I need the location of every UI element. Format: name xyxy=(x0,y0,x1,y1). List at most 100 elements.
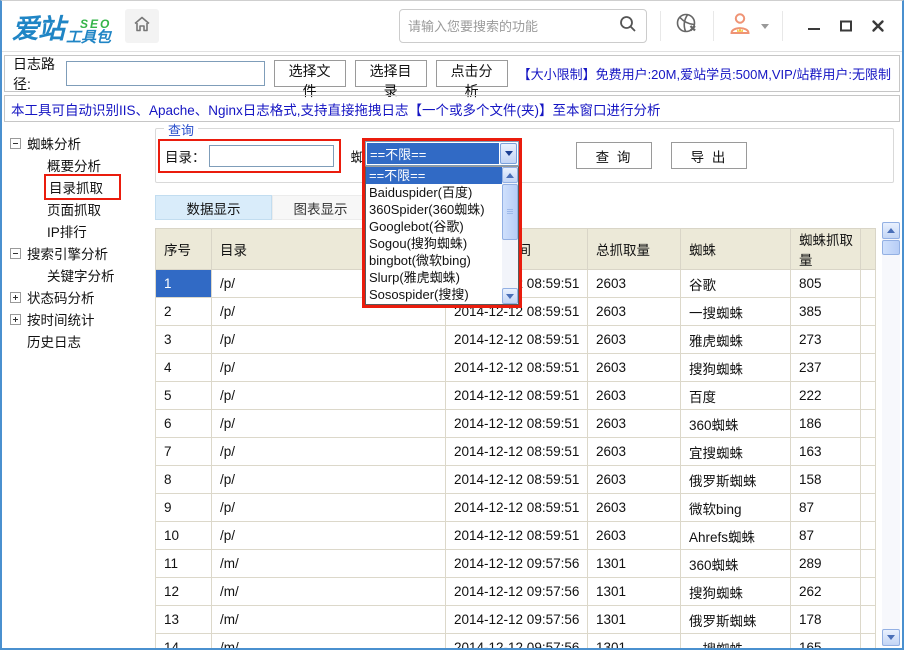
close-button[interactable] xyxy=(864,12,892,40)
column-header[interactable]: 蜘蛛 xyxy=(681,229,791,270)
sidebar-item[interactable]: 按时间统计 xyxy=(2,308,152,330)
cell-spider[interactable]: 360蜘蛛 xyxy=(681,550,791,578)
cell-total[interactable]: 1301 xyxy=(588,550,681,578)
cell-count[interactable]: 87 xyxy=(791,522,861,550)
cell-time[interactable]: 2014-12-12 09:57:56 xyxy=(446,606,588,634)
scrollbar-thumb[interactable] xyxy=(502,184,518,240)
sidebar-item[interactable]: 历史日志 xyxy=(2,330,152,352)
cell-total[interactable]: 2603 xyxy=(588,326,681,354)
cell-directory[interactable]: /m/ xyxy=(212,634,446,649)
cell-spider[interactable]: 俄罗斯蜘蛛 xyxy=(681,606,791,634)
cell-total[interactable]: 2603 xyxy=(588,410,681,438)
cell-time[interactable]: 2014-12-12 09:57:56 xyxy=(446,578,588,606)
cell-spider[interactable]: 百度 xyxy=(681,382,791,410)
cell-index[interactable]: 9 xyxy=(156,494,212,522)
cell-total[interactable]: 1301 xyxy=(588,606,681,634)
cell-index[interactable]: 6 xyxy=(156,410,212,438)
cell-total[interactable]: 2603 xyxy=(588,494,681,522)
sidebar-item[interactable]: 状态码分析 xyxy=(2,286,152,308)
cell-total[interactable]: 2603 xyxy=(588,270,681,298)
tree-expander-icon[interactable] xyxy=(10,314,21,325)
cell-spider[interactable]: 雅虎蜘蛛 xyxy=(681,326,791,354)
column-header[interactable]: 序号 xyxy=(156,229,212,270)
cell-spider[interactable]: Ahrefs蜘蛛 xyxy=(681,522,791,550)
column-header[interactable]: 蜘蛛抓取量 xyxy=(791,229,861,270)
table-row[interactable]: 12 /m/ 2014-12-12 09:57:56 1301 搜狗蜘蛛 262 xyxy=(156,578,876,606)
cell-spider[interactable]: 360蜘蛛 xyxy=(681,410,791,438)
cell-directory[interactable]: /m/ xyxy=(212,550,446,578)
spider-option[interactable]: bingbot(微软bing) xyxy=(366,252,502,269)
spider-option[interactable]: Sosospider(搜搜) xyxy=(366,286,502,303)
minimize-button[interactable] xyxy=(800,12,828,40)
cell-directory[interactable]: /p/ xyxy=(212,354,446,382)
spider-combobox[interactable]: ==不限== xyxy=(365,141,519,166)
sidebar-item[interactable]: 目录抓取 xyxy=(2,176,152,198)
spider-option[interactable]: 360Spider(360蜘蛛) xyxy=(366,201,502,218)
sidebar-item[interactable]: 关键字分析 xyxy=(2,264,152,286)
cell-directory[interactable]: /p/ xyxy=(212,522,446,550)
cell-time[interactable]: 2014-12-12 09:57:56 xyxy=(446,634,588,649)
scroll-down-icon[interactable] xyxy=(882,629,900,646)
table-scrollbar[interactable] xyxy=(882,222,900,646)
cell-directory[interactable]: /p/ xyxy=(212,326,446,354)
cell-index[interactable]: 2 xyxy=(156,298,212,326)
cell-count[interactable]: 262 xyxy=(791,578,861,606)
cell-total[interactable]: 2603 xyxy=(588,382,681,410)
cell-total[interactable]: 1301 xyxy=(588,578,681,606)
scroll-up-icon[interactable] xyxy=(502,167,518,183)
cell-time[interactable]: 2014-12-12 08:59:51 xyxy=(446,466,588,494)
dropdown-scrollbar[interactable] xyxy=(502,167,518,304)
cell-count[interactable]: 163 xyxy=(791,438,861,466)
cell-index[interactable]: 14 xyxy=(156,634,212,649)
cell-time[interactable]: 2014-12-12 08:59:51 xyxy=(446,382,588,410)
table-row[interactable]: 6 /p/ 2014-12-12 08:59:51 2603 360蜘蛛 186 xyxy=(156,410,876,438)
query-button[interactable]: 查 询 xyxy=(576,142,652,169)
cell-total[interactable]: 1301 xyxy=(588,634,681,649)
cell-count[interactable]: 237 xyxy=(791,354,861,382)
cell-total[interactable]: 2603 xyxy=(588,522,681,550)
cell-time[interactable]: 2014-12-12 08:59:51 xyxy=(446,522,588,550)
view-tab[interactable]: 图表显示 xyxy=(272,195,369,220)
spider-option[interactable]: Googlebot(谷歌) xyxy=(366,218,502,235)
cell-index[interactable]: 3 xyxy=(156,326,212,354)
toolbar-button[interactable]: 选择文件 xyxy=(274,60,346,87)
cell-spider[interactable]: 一搜蜘蛛 xyxy=(681,298,791,326)
spider-option[interactable]: ==不限== xyxy=(366,167,502,184)
combobox-arrow-icon[interactable] xyxy=(500,143,517,164)
table-row[interactable]: 14 /m/ 2014-12-12 09:57:56 1301 一搜蜘蛛 165 xyxy=(156,634,876,649)
cell-spider[interactable]: 俄罗斯蜘蛛 xyxy=(681,466,791,494)
cell-index[interactable]: 5 xyxy=(156,382,212,410)
logpath-input[interactable] xyxy=(66,61,264,86)
sidebar-item[interactable]: IP排行 xyxy=(2,220,152,242)
cell-spider[interactable]: 谷歌 xyxy=(681,270,791,298)
cell-time[interactable]: 2014-12-12 09:57:56 xyxy=(446,550,588,578)
cell-total[interactable]: 2603 xyxy=(588,354,681,382)
toolbar-button[interactable]: 选择目录 xyxy=(355,60,427,87)
cell-total[interactable]: 2603 xyxy=(588,466,681,494)
cell-count[interactable]: 385 xyxy=(791,298,861,326)
tree-expander-icon[interactable] xyxy=(10,138,21,149)
cell-spider[interactable]: 一搜蜘蛛 xyxy=(681,634,791,649)
cell-directory[interactable]: /p/ xyxy=(212,382,446,410)
cell-index[interactable]: 11 xyxy=(156,550,212,578)
cell-count[interactable]: 186 xyxy=(791,410,861,438)
table-row[interactable]: 10 /p/ 2014-12-12 08:59:51 2603 Ahrefs蜘蛛… xyxy=(156,522,876,550)
spider-option[interactable]: Sogou(搜狗蜘蛛) xyxy=(366,235,502,252)
cell-index[interactable]: 13 xyxy=(156,606,212,634)
table-row[interactable]: 7 /p/ 2014-12-12 08:59:51 2603 宜搜蜘蛛 163 xyxy=(156,438,876,466)
sidebar-item[interactable]: 搜索引擎分析 xyxy=(2,242,152,264)
cell-total[interactable]: 2603 xyxy=(588,438,681,466)
cell-count[interactable]: 158 xyxy=(791,466,861,494)
cell-count[interactable]: 222 xyxy=(791,382,861,410)
spider-option[interactable]: Baiduspider(百度) xyxy=(366,184,502,201)
cell-directory[interactable]: /p/ xyxy=(212,438,446,466)
export-button[interactable]: 导 出 xyxy=(671,142,747,169)
cell-directory[interactable]: /p/ xyxy=(212,466,446,494)
cell-count[interactable]: 165 xyxy=(791,634,861,649)
dir-input[interactable] xyxy=(209,145,334,167)
table-row[interactable]: 8 /p/ 2014-12-12 08:59:51 2603 俄罗斯蜘蛛 158 xyxy=(156,466,876,494)
cell-count[interactable]: 273 xyxy=(791,326,861,354)
cell-index[interactable]: 7 xyxy=(156,438,212,466)
cell-index[interactable]: 4 xyxy=(156,354,212,382)
tree-expander-icon[interactable] xyxy=(10,292,21,303)
